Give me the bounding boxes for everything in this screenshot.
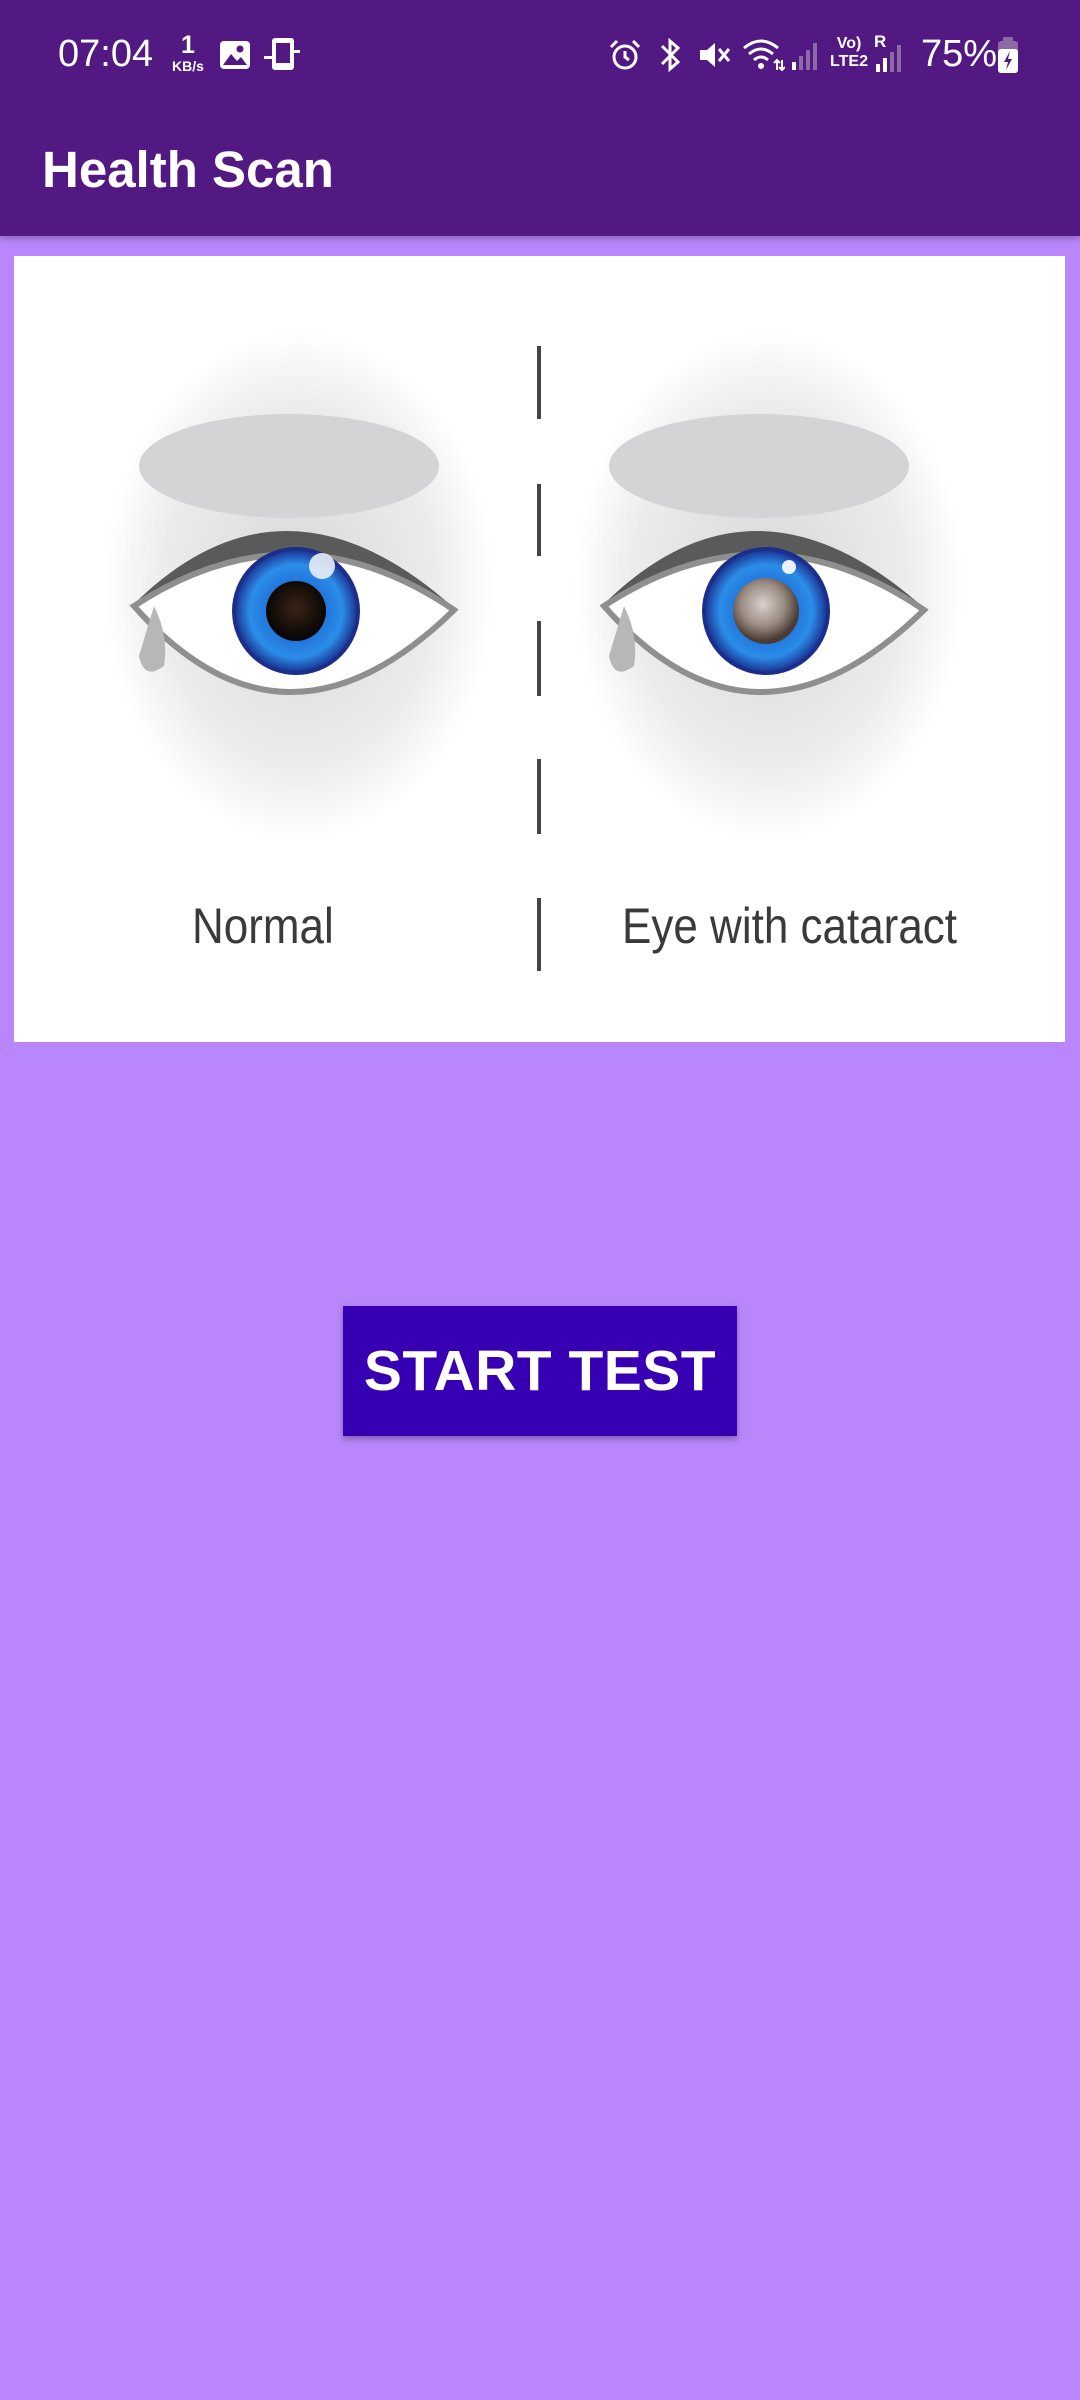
- cataract-eye-caption: Eye with cataract: [622, 898, 958, 954]
- network-speed-unit: KB/s: [172, 58, 204, 74]
- app-title: Health Scan: [42, 141, 334, 198]
- wifi-icon: [743, 39, 785, 72]
- network-speed-value: 1: [181, 31, 195, 59]
- network-type-label: Vo) LTE2: [830, 35, 868, 70]
- signal-icon: [792, 43, 817, 70]
- alarm-icon: [609, 39, 641, 70]
- cataract-eye: [574, 331, 964, 841]
- battery-percent: 75%: [921, 33, 998, 75]
- eye-comparison-image: Normal Eye with cataract: [14, 256, 1065, 1042]
- signal-icon: [876, 45, 901, 72]
- phone-sync-icon: [264, 38, 300, 70]
- mute-icon: [700, 43, 731, 67]
- network-speed: 1 KB/s: [166, 31, 210, 74]
- status-time: 07:04: [58, 33, 154, 75]
- normal-eye-caption: Normal: [192, 898, 334, 954]
- normal-eye: [104, 331, 494, 841]
- status-bar: 07:04 1 KB/s Vo) LTE2 R 75%: [0, 0, 1080, 108]
- app-bar: Health Scan: [0, 108, 1080, 236]
- battery-charging-icon: [998, 37, 1018, 73]
- start-test-button[interactable]: START TEST: [343, 1306, 737, 1436]
- gallery-icon: [220, 41, 250, 69]
- bluetooth-icon: [660, 37, 681, 73]
